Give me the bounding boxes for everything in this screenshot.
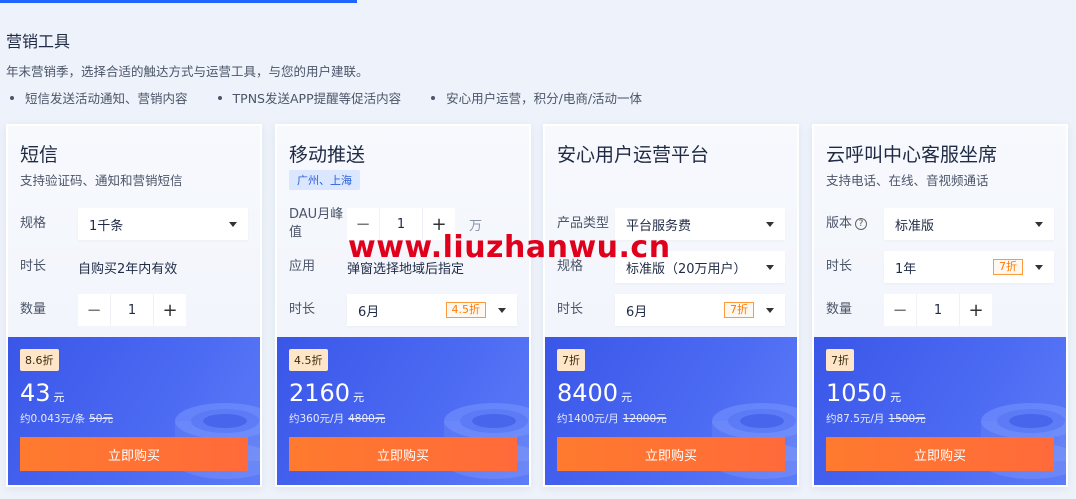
chevron-down-icon (229, 221, 237, 227)
duration-label: 时长 (557, 302, 584, 318)
unit-price: 约360元/月 4800元 (289, 413, 386, 425)
discount-badge: 4.5折 (289, 349, 328, 371)
chevron-down-icon (766, 307, 774, 313)
unit-price: 约87.5元/月 1500元 (826, 413, 926, 425)
duration-select[interactable]: 6月 7折 (615, 294, 785, 326)
bullet-item: TPNS发送APP提醒等促活内容 (214, 88, 401, 107)
discount-badge: 7折 (557, 349, 585, 371)
minus-button[interactable]: − (78, 294, 110, 326)
discount-badge: 7折 (826, 349, 854, 371)
app-label: 应用 (289, 259, 316, 275)
buy-button[interactable]: 立即购买 (20, 437, 248, 471)
product-card-push: 移动推送 广州、上海 DAU月峰值 − 1 + 万 应用 弹窗选择地域后指定 时… (275, 124, 531, 487)
price-amount: 43 元 (20, 379, 65, 407)
price-panel: 7折 1050 元 约87.5元/月 1500元 立即购买 (814, 337, 1066, 485)
feature-bullets: 短信发送活动通知、营销内容 TPNS发送APP提醒等促活内容 安心用户运营，积分… (6, 88, 668, 107)
quantity-input[interactable]: 1 (916, 294, 960, 326)
chevron-down-icon (1035, 221, 1043, 227)
spec-label: 规格 (20, 216, 47, 232)
quantity-stepper: − 1 + (884, 294, 992, 326)
duration-label: 时长 (826, 259, 853, 275)
unit-price: 约0.043元/条 50元 (20, 413, 113, 425)
plus-button[interactable]: + (960, 294, 992, 326)
chevron-down-icon (1035, 264, 1043, 270)
duration-label: 时长 (289, 302, 316, 318)
price-amount: 8400 元 (557, 379, 633, 407)
price-panel: 8.6折 43 元 约0.043元/条 50元 立即购买 (8, 337, 260, 485)
discount-badge: 8.6折 (20, 349, 59, 371)
price-amount: 2160 元 (289, 379, 365, 407)
chevron-down-icon (766, 264, 774, 270)
duration-select[interactable]: 1年 7折 (884, 251, 1054, 283)
buy-button[interactable]: 立即购买 (557, 437, 785, 471)
duration-value: 自购买2年内有效 (78, 261, 178, 277)
watermark-text: www.liuzhanwu.cn (348, 230, 671, 265)
card-subtitle: 支持电话、在线、音视频通话 (826, 173, 989, 188)
edition-select[interactable]: 标准版 (884, 208, 1054, 240)
price-amount: 1050 元 (826, 379, 902, 407)
quantity-stepper: − 1 + (78, 294, 186, 326)
duration-discount: 7折 (724, 302, 754, 318)
card-title: 移动推送 (289, 144, 366, 166)
help-icon[interactable]: ? (855, 218, 868, 231)
product-card-user-ops: 安心用户运营平台 产品类型 平台服务费 规格 标准版（20万用户） 时长 6月 … (543, 124, 799, 487)
quantity-label: 数量 (826, 302, 853, 318)
section-title: 营销工具 (6, 32, 71, 51)
product-card-sms: 短信 支持验证码、通知和营销短信 规格 1千条 时长 自购买2年内有效 数量 −… (6, 124, 262, 487)
chevron-down-icon (498, 307, 506, 313)
card-title: 云呼叫中心客服坐席 (826, 144, 998, 166)
plus-button[interactable]: + (154, 294, 186, 326)
quantity-input[interactable]: 1 (110, 294, 154, 326)
quantity-label: 数量 (20, 302, 47, 318)
chevron-down-icon (766, 221, 774, 227)
card-title: 安心用户运营平台 (557, 144, 710, 166)
buy-button[interactable]: 立即购买 (826, 437, 1054, 471)
unit-price: 约1400元/月 12000元 (557, 413, 667, 425)
card-title: 短信 (20, 144, 59, 166)
edition-label: 版本? (826, 215, 884, 233)
minus-button[interactable]: − (884, 294, 916, 326)
bullet-item: 短信发送活动通知、营销内容 (6, 88, 188, 107)
spec-select[interactable]: 1千条 (78, 208, 248, 240)
product-card-call-center: 云呼叫中心客服坐席 支持电话、在线、音视频通话 版本? 标准版 时长 1年 7折… (812, 124, 1068, 487)
card-subtitle: 支持验证码、通知和营销短信 (20, 173, 183, 188)
duration-select[interactable]: 6月 4.5折 (347, 294, 517, 326)
duration-discount: 7折 (993, 259, 1023, 275)
bullet-item: 安心用户运营，积分/电商/活动一体 (427, 88, 642, 107)
buy-button[interactable]: 立即购买 (289, 437, 517, 471)
dau-label: DAU月峰值 (289, 207, 344, 240)
region-tag: 广州、上海 (289, 170, 360, 190)
duration-label: 时长 (20, 259, 47, 275)
duration-discount: 4.5折 (445, 302, 486, 318)
section-description: 年末营销季，选择合适的触达方式与运营工具，与您的用户建联。 (6, 64, 369, 79)
active-tab-underline (0, 0, 357, 3)
price-panel: 4.5折 2160 元 约360元/月 4800元 立即购买 (277, 337, 529, 485)
price-panel: 7折 8400 元 约1400元/月 12000元 立即购买 (545, 337, 797, 485)
